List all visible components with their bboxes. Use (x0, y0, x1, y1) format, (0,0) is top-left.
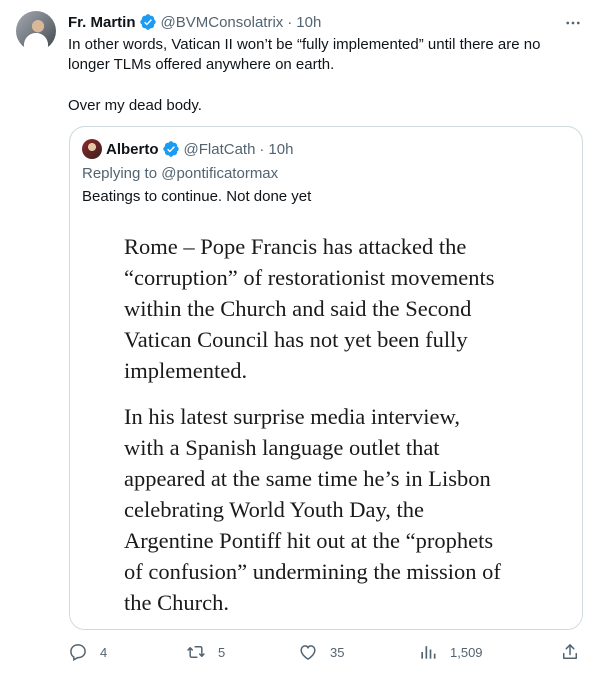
article-line: celebrating World Youth Day, the (124, 497, 425, 522)
repost-button[interactable]: 5 (186, 640, 225, 664)
more-icon[interactable] (562, 12, 584, 34)
repost-count: 5 (218, 644, 226, 660)
article-line: with a Spanish language outlet that (124, 435, 440, 460)
article-excerpt: Rome – Pope Francis has attacked the “co… (124, 231, 564, 618)
view-count: 1,509 (450, 644, 483, 660)
verified-icon (162, 141, 179, 157)
share-button[interactable] (560, 640, 580, 664)
quoted-tweet-header: Alberto @FlatCath · 10h (82, 139, 293, 159)
article-line: Vatican Council has not yet been fully (124, 327, 468, 352)
reply-count: 4 (100, 644, 108, 660)
quoted-avatar[interactable] (82, 139, 102, 159)
quoted-tweet-text: Beatings to continue. Not done yet (82, 188, 312, 205)
share-icon (560, 642, 580, 662)
quoted-tweet[interactable]: Alberto @FlatCath · 10h Replying to @pon… (69, 126, 583, 630)
author-handle[interactable]: @BVMConsolatrix (161, 14, 284, 31)
author-name[interactable]: Fr. Martin (68, 14, 136, 31)
tweet[interactable]: Fr. Martin @BVMConsolatrix · 10h In othe… (0, 0, 598, 686)
article-line: Rome – Pope Francis has attacked the (124, 234, 467, 259)
article-line: of confusion” undermining the mission of (124, 559, 501, 584)
article-line: In his latest surprise media interview, (124, 404, 460, 429)
quoted-author-handle[interactable]: @FlatCath (184, 141, 256, 158)
article-line: within the Church and said the Second (124, 296, 472, 321)
tweet-header: Fr. Martin @BVMConsolatrix · 10h (68, 13, 321, 31)
replying-to[interactable]: Replying to @pontificatormax (82, 164, 278, 184)
reply-button[interactable]: 4 (68, 640, 107, 664)
separator: · (259, 140, 265, 158)
quoted-author-name[interactable]: Alberto (106, 141, 159, 158)
timestamp[interactable]: 10h (296, 14, 321, 31)
avatar[interactable] (16, 11, 56, 51)
article-line: appeared at the same time he’s in Lisbon (124, 466, 491, 491)
article-line: Argentine Pontiff hit out at the “prophe… (124, 528, 494, 553)
tweet-text: In other words, Vatican II won’t be “ful… (68, 35, 588, 116)
separator: · (287, 13, 293, 31)
repost-icon (186, 642, 206, 662)
tweet-text-line: Over my dead body. (68, 97, 202, 114)
article-line: implemented. (124, 358, 248, 383)
tweet-text-line: longer TLMs offered anywhere on earth. (68, 56, 335, 73)
article-line: “corruption” of restorationist movements (124, 265, 495, 290)
reply-icon (68, 642, 88, 662)
views-icon (418, 642, 438, 662)
quoted-tweet-image[interactable]: Rome – Pope Francis has attacked the “co… (70, 217, 582, 629)
tweet-text-line: In other words, Vatican II won’t be “ful… (68, 36, 541, 53)
views-button[interactable]: 1,509 (418, 640, 483, 664)
quoted-timestamp[interactable]: 10h (268, 141, 293, 158)
like-button[interactable]: 35 (298, 640, 344, 664)
article-paragraph: In his latest surprise media interview, … (124, 401, 564, 618)
verified-icon (139, 14, 156, 30)
article-line: the Church. (124, 590, 229, 615)
article-paragraph: Rome – Pope Francis has attacked the “co… (124, 231, 564, 386)
action-bar: 4 5 35 1,509 (0, 640, 598, 664)
like-count: 35 (330, 644, 345, 660)
like-icon (298, 642, 318, 662)
